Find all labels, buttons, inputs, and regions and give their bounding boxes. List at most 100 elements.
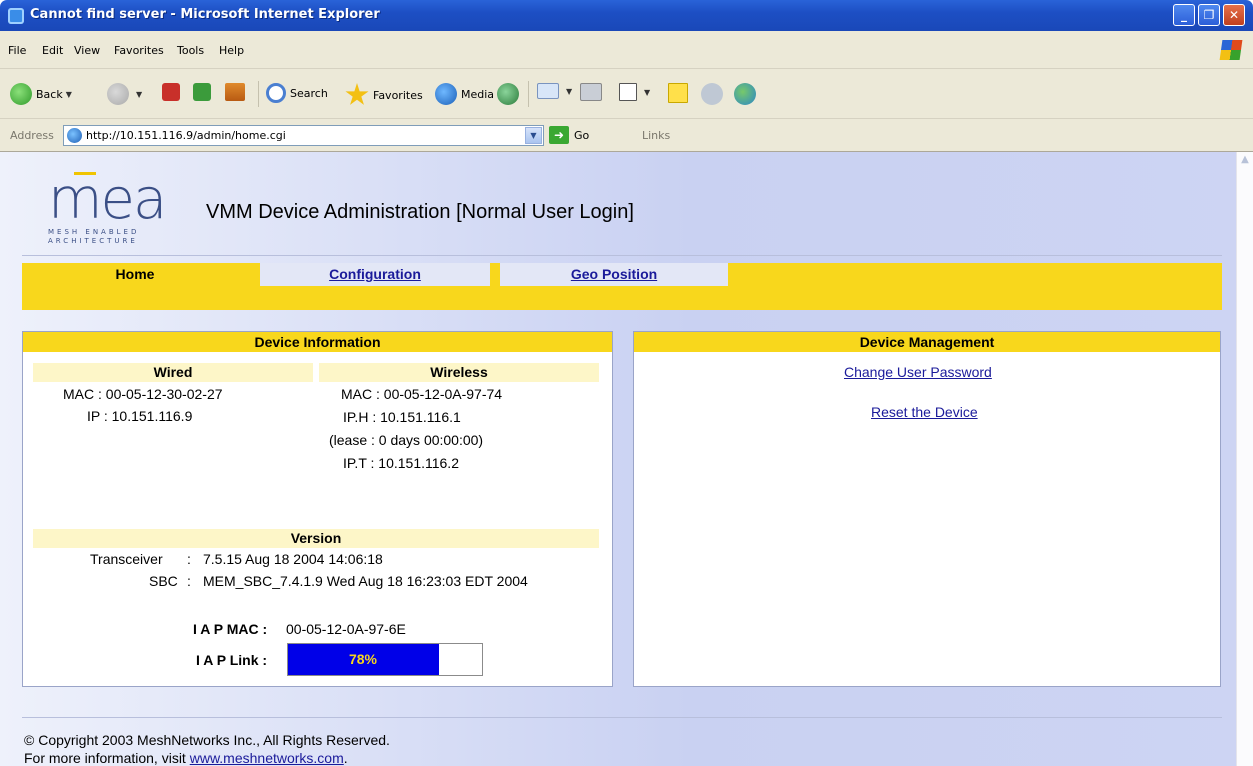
menu-bar: File Edit View Favorites Tools Help: [0, 31, 1253, 69]
favorites-label: Favorites: [373, 88, 423, 102]
star-icon: [345, 83, 369, 105]
links-button[interactable]: Links: [642, 129, 670, 142]
home-button[interactable]: [225, 83, 249, 101]
more-info-text: For more information, visit www.meshnetw…: [24, 750, 348, 766]
sbc-label: SBC: [149, 573, 178, 589]
chevron-down-icon[interactable]: ▼: [525, 127, 542, 144]
messenger-button[interactable]: [734, 83, 760, 105]
discuss-button[interactable]: [701, 83, 727, 105]
menu-help[interactable]: Help: [219, 44, 244, 57]
search-label: Search: [290, 86, 328, 100]
search-button[interactable]: Search: [266, 83, 328, 103]
note-icon: [668, 83, 688, 103]
wireless-lease: (lease : 0 days 00:00:00): [329, 432, 484, 448]
more-info-suffix: .: [343, 750, 348, 766]
page-title: VMM Device Administration [Normal User L…: [206, 201, 634, 223]
version-heading: Version: [33, 529, 599, 548]
toolbar: Back ▼ ▼ Search Favorites Media ▼ ▼: [0, 69, 1253, 119]
nav-bar: Home Configuration Geo Position: [22, 263, 1222, 310]
wired-mac: MAC : 00-05-12-30-02-27: [63, 386, 223, 402]
sbc-value: MEM_SBC_7.4.1.9 Wed Aug 18 16:23:03 EDT …: [203, 573, 528, 589]
history-icon: [497, 83, 519, 105]
menu-file[interactable]: File: [8, 44, 26, 57]
logo-subtitle-2: ARCHITECTURE: [48, 237, 138, 245]
maximize-button[interactable]: ❐: [1198, 4, 1220, 26]
wireless-mac: MAC : 00-05-12-0A-97-74: [341, 386, 503, 402]
refresh-button[interactable]: [193, 83, 215, 101]
discuss-icon: [701, 83, 723, 105]
back-arrow-icon: [10, 83, 32, 105]
change-password-link[interactable]: Change User Password: [844, 364, 992, 380]
stop-icon: [162, 83, 180, 101]
vertical-scrollbar[interactable]: ▲: [1236, 152, 1253, 766]
wired-ip: IP : 10.151.116.9: [87, 408, 193, 424]
window-title: Cannot find server - Microsoft Internet …: [30, 7, 380, 22]
menu-favorites[interactable]: Favorites: [114, 44, 164, 57]
media-label: Media: [461, 87, 495, 101]
back-label: Back: [36, 87, 63, 101]
address-url: http://10.151.116.9/admin/home.cgi: [86, 129, 286, 142]
ie-icon: [8, 8, 24, 24]
more-info-prefix: For more information, visit: [24, 750, 190, 766]
tab-geo-position[interactable]: Geo Position: [500, 263, 728, 286]
iap-link-percent: 78%: [348, 651, 378, 667]
home-icon: [225, 83, 245, 101]
page-content: ▲ mea MESH ENABLED ARCHITECTURE VMM Devi…: [0, 152, 1253, 766]
device-mgmt-title: Device Management: [634, 332, 1220, 352]
device-info-panel: Device Information Wired MAC : 00-05-12-…: [22, 331, 613, 687]
history-button[interactable]: [497, 83, 523, 105]
chevron-down-icon: ▼: [136, 89, 143, 99]
mail-button[interactable]: ▼: [537, 83, 572, 99]
device-mgmt-panel: Device Management Change User Password R…: [633, 331, 1221, 687]
address-input[interactable]: http://10.151.116.9/admin/home.cgi ▼: [63, 125, 544, 146]
iap-mac-value: 00-05-12-0A-97-6E: [286, 621, 406, 637]
sbc-colon: :: [187, 573, 191, 589]
tab-configuration[interactable]: Configuration: [260, 263, 490, 286]
mea-logo: mea MESH ENABLED ARCHITECTURE: [48, 167, 178, 246]
back-button[interactable]: Back ▼: [10, 83, 72, 105]
device-info-title: Device Information: [23, 332, 612, 352]
wireless-heading: Wireless: [319, 363, 599, 382]
copyright-text: © Copyright 2003 MeshNetworks Inc., All …: [24, 732, 390, 748]
forward-button[interactable]: ▼: [107, 83, 142, 105]
print-icon: [580, 83, 602, 101]
close-button[interactable]: ✕: [1223, 4, 1245, 26]
menu-view[interactable]: View: [74, 44, 100, 57]
logo-text: mea: [48, 167, 167, 232]
windows-logo-icon: [1219, 40, 1243, 60]
print-button[interactable]: [580, 83, 606, 101]
iap-link-label: I A P Link :: [196, 652, 268, 668]
messenger-icon: [734, 83, 756, 105]
reset-device-link[interactable]: Reset the Device: [871, 404, 978, 420]
go-arrow-icon[interactable]: ➜: [549, 126, 569, 144]
transceiver-label: Transceiver: [90, 551, 163, 567]
page-icon: [67, 128, 82, 143]
notes-button[interactable]: [668, 83, 692, 103]
refresh-icon: [193, 83, 211, 101]
minimize-button[interactable]: _: [1173, 4, 1195, 26]
stop-button[interactable]: [162, 83, 184, 101]
address-label: Address: [10, 129, 54, 142]
transceiver-value: 7.5.15 Aug 18 2004 14:06:18: [203, 551, 383, 567]
iap-link-progress-bar: 78%: [287, 643, 483, 676]
media-icon: [435, 83, 457, 105]
search-icon: [266, 83, 286, 103]
forward-arrow-icon: [107, 83, 129, 105]
chevron-down-icon: ▼: [644, 87, 651, 97]
word-icon: [619, 83, 637, 101]
edit-word-button[interactable]: ▼: [619, 83, 650, 101]
tab-home[interactable]: Home: [22, 263, 248, 286]
title-bar: Cannot find server - Microsoft Internet …: [0, 0, 1253, 31]
menu-edit[interactable]: Edit: [42, 44, 63, 57]
go-button[interactable]: Go: [574, 129, 589, 142]
chevron-down-icon: ▼: [65, 89, 72, 99]
meshnetworks-link[interactable]: www.meshnetworks.com: [190, 750, 344, 766]
iap-mac-label: I A P MAC :: [193, 621, 268, 637]
mail-icon: [537, 83, 559, 99]
media-button[interactable]: Media: [435, 83, 494, 105]
wireless-iph: IP.H : 10.151.116.1: [343, 409, 461, 425]
favorites-button[interactable]: Favorites: [345, 83, 423, 107]
scroll-up-icon[interactable]: ▲: [1239, 154, 1251, 166]
wireless-ipt: IP.T : 10.151.116.2: [343, 455, 459, 471]
menu-tools[interactable]: Tools: [177, 44, 204, 57]
